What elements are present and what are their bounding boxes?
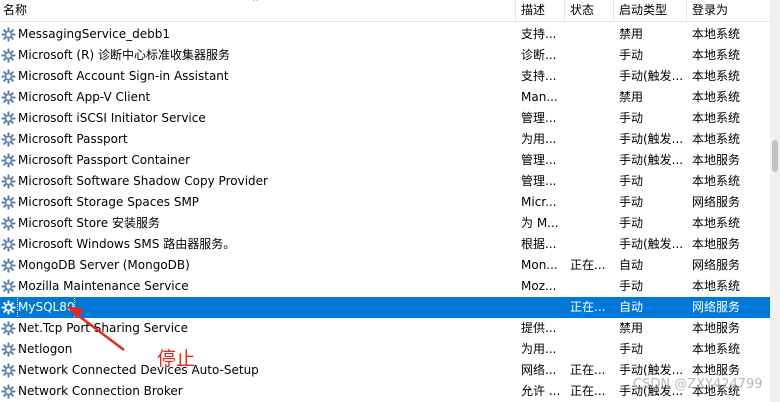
annotation-stop-label: 停止 (157, 348, 196, 370)
annotation-arrow-shaft (74, 312, 125, 351)
annotation-arrow (66, 306, 125, 351)
watermark: CSDN @ZXY424799 (633, 377, 763, 392)
